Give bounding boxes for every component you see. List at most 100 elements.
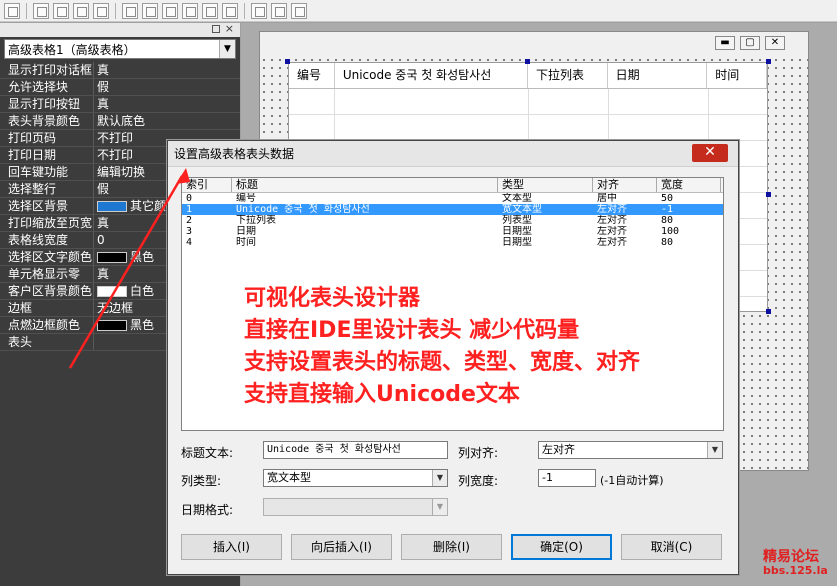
align-bottom-icon[interactable] [93,2,109,19]
list-header: 索引 标题 类型 对齐 宽度 [182,178,723,193]
promo-line: 支持设置表头的标题、类型、宽度、对齐 [244,350,641,375]
resize-handle[interactable] [766,309,771,314]
title-text-label: 标题文本: [181,446,234,460]
list-item[interactable]: 2 下拉列表 列表型 左对齐 80 [182,215,723,226]
property-value-text: 0 [97,233,105,247]
grid-row[interactable] [289,89,767,115]
component-selector-value: 高级表格1（高级表格） [8,42,136,57]
list-item[interactable]: 1 Unicode 중국 첫 화성탐사선 宽文本型 左对齐 -1 [182,204,723,215]
center-vertical-icon[interactable] [142,2,158,19]
list-header-type[interactable]: 类型 [498,178,593,192]
list-cell-align: 左对齐 [597,226,627,237]
list-cell-title: 下拉列表 [236,215,276,226]
chevron-down-icon[interactable]: ▼ [707,442,722,458]
color-swatch [97,319,127,331]
cancel-button[interactable]: 取消(C) [621,534,722,560]
grid-header: 编号 Unicode 중국 첫 화성탐사선 下拉列表 日期 时间 [289,63,767,89]
property-name: 边框 [0,300,94,316]
property-row[interactable]: 显示打印对话框真 [0,62,240,79]
column-align-value: 左对齐 [542,443,575,456]
property-name: 选择整行 [0,181,94,197]
resize-height-icon[interactable] [271,2,287,19]
list-header-align[interactable]: 对齐 [593,178,657,192]
resize-width-icon[interactable] [251,2,267,19]
spacing-horizontal-icon[interactable] [202,2,218,19]
column-align-select[interactable]: 左对齐 ▼ [538,441,723,459]
ok-button[interactable]: 确定(O) [511,534,612,560]
promo-line: 可视化表头设计器 [244,286,421,311]
align-top-icon[interactable] [73,2,89,19]
resize-handle[interactable] [766,192,771,197]
property-value-text: 默认底色 [97,114,146,128]
date-format-label: 日期格式: [181,503,234,517]
grid-row[interactable] [289,115,767,141]
insert-button[interactable]: 插入(I) [181,534,282,560]
list-header-title[interactable]: 标题 [232,178,498,192]
list-header-index[interactable]: 索引 [182,178,232,192]
same-height-icon[interactable] [182,2,198,19]
list-cell-title: 日期 [236,226,256,237]
close-icon[interactable]: × [225,22,234,35]
grid-header-cell: 编号 [289,63,335,88]
list-header-width[interactable]: 宽度 [657,178,721,192]
list-cell-index: 1 [186,204,193,215]
column-type-value: 宽文本型 [267,471,311,484]
property-value-text: 黑色 [130,250,155,264]
align-center-icon[interactable] [53,2,69,19]
list-cell-align: 居中 [597,193,617,204]
property-value-text: 真 [97,267,110,281]
property-row[interactable]: 显示打印按钮真 [0,96,240,113]
property-value[interactable]: 假 [94,79,240,95]
property-value[interactable]: 真 [94,96,240,112]
property-row[interactable]: 表头背景颜色 默认底色 [0,113,240,130]
chevron-down-icon[interactable]: ▼ [219,40,235,58]
property-value[interactable]: 真 [94,62,240,78]
header-settings-dialog: 设置高级表格表头数据 ✕ 索引 标题 类型 对齐 宽度 0 编号 文本型 居中 50 1 U… [167,140,739,575]
property-name: 打印缩放至页宽 [0,215,94,231]
property-value[interactable]: 默认底色 [94,113,240,129]
list-item[interactable]: 3 日期 日期型 左对齐 100 [182,226,723,237]
color-swatch [97,285,127,297]
resize-handle[interactable] [285,59,290,64]
pin-icon[interactable] [212,25,220,33]
list-cell-align: 左对齐 [597,215,627,226]
insert-after-button[interactable]: 向后插入(I) [291,534,392,560]
property-row[interactable]: 允许选择块假 [0,79,240,96]
property-name: 表头背景颜色 [0,113,94,129]
resize-both-icon[interactable] [291,2,307,19]
close-icon[interactable]: ✕ [765,36,785,50]
list-item[interactable]: 4 时间 日期型 左对齐 80 [182,237,723,248]
column-type-select[interactable]: 宽文本型 ▼ [263,469,448,487]
delete-button[interactable]: 删除(I) [401,534,502,560]
align-left-icon[interactable] [33,2,49,19]
property-value-text: 黑色 [130,318,155,332]
list-cell-width: 80 [661,237,674,248]
property-name: 客户区背景颜色 [0,283,94,299]
list-cell-title: 编号 [236,193,256,204]
resize-handle[interactable] [766,59,771,64]
property-value-text: 不打印 [97,148,134,162]
toolbar-separator [244,2,245,19]
component-selector[interactable]: 高级表格1（高级表格） ▼ [4,39,236,59]
toolbar-window-icon[interactable] [4,2,20,19]
column-type-label: 列类型: [181,474,222,488]
spacing-vertical-icon[interactable] [222,2,238,19]
grid-header-cell: 时间 [707,63,767,88]
same-width-icon[interactable] [162,2,178,19]
property-name: 表格线宽度 [0,232,94,248]
close-button[interactable]: ✕ [692,144,728,162]
property-name: 打印页码 [0,130,94,146]
title-text-input[interactable]: Unicode 중국 첫 화성탐사선 [263,441,448,459]
promo-overlay-text: 可视化表头设计器 直接在IDE里设计表头 减少代码量 支持设置表头的标题、类型、… [244,283,640,411]
maximize-icon[interactable]: ▢ [740,36,760,50]
property-value-text: 假 [97,182,110,196]
property-value-text: 真 [97,216,110,230]
list-item[interactable]: 0 编号 文本型 居中 50 [182,193,723,204]
date-format-select[interactable]: ▼ [263,498,448,516]
list-cell-type: 日期型 [502,226,532,237]
resize-handle[interactable] [525,59,530,64]
center-horizontal-icon[interactable] [122,2,138,19]
chevron-down-icon[interactable]: ▼ [432,470,447,486]
minimize-icon[interactable]: ▬ [715,36,735,50]
column-width-input[interactable]: -1 [538,469,596,487]
